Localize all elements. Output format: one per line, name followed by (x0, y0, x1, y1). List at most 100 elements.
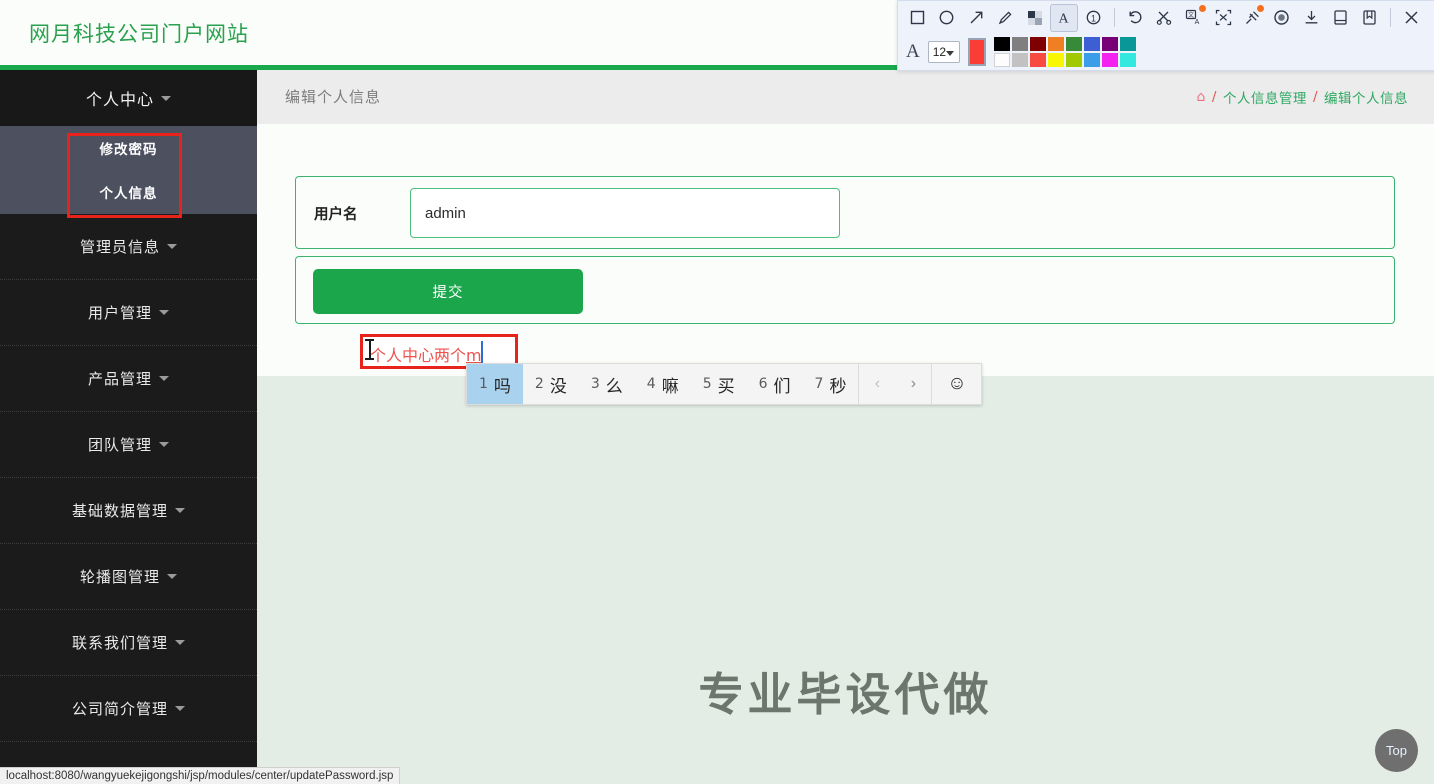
sidebar-item-contact-us-management[interactable]: 联系我们管理 (0, 610, 257, 676)
ime-candidate-5[interactable]: 5 买 (691, 364, 747, 404)
screen-root: 网月科技公司门户网站 个人中心 修改密码 个人信息 管理员信息 (0, 0, 1434, 784)
download-icon[interactable] (1297, 4, 1324, 32)
scissors-icon[interactable] (1151, 4, 1178, 32)
annotation-committed-text: 个人中心两个 (370, 346, 466, 365)
close-icon[interactable] (1398, 4, 1425, 32)
pencil-icon[interactable] (992, 4, 1019, 32)
arrow-icon[interactable] (963, 4, 990, 32)
ime-candidate-number: 3 (591, 376, 600, 392)
ime-candidate-word: 们 (774, 372, 791, 397)
palette-color[interactable] (994, 37, 1010, 51)
palette-color[interactable] (1048, 53, 1064, 67)
palette-color[interactable] (1048, 37, 1064, 51)
ime-candidate-number: 2 (535, 376, 544, 392)
ime-candidate-3[interactable]: 3 么 (579, 364, 635, 404)
sidebar-item-admin-info[interactable]: 管理员信息 (0, 214, 257, 280)
breadcrumb-separator: / (1212, 89, 1217, 105)
ime-candidate-6[interactable]: 6 们 (747, 364, 803, 404)
palette-color[interactable] (1084, 53, 1100, 67)
ime-prev-page-icon[interactable]: ‹ (859, 364, 895, 404)
palette-color[interactable] (1030, 37, 1046, 51)
ime-candidate-number: 7 (815, 376, 824, 392)
rectangle-icon[interactable] (904, 4, 931, 32)
text-icon[interactable]: A (1050, 4, 1077, 32)
submit-button[interactable]: 提交 (313, 269, 583, 314)
palette-color[interactable] (1120, 53, 1136, 67)
username-input[interactable] (410, 188, 840, 238)
font-size-value: 12 (933, 45, 946, 59)
page-header-bar: 编辑个人信息 ⌂ / 个人信息管理 / 编辑个人信息 (257, 70, 1434, 124)
palette-color[interactable] (1066, 53, 1082, 67)
ime-candidate-word: 嘛 (662, 372, 679, 397)
scroll-to-top-button[interactable]: Top (1375, 729, 1418, 772)
toolbar-divider (1114, 8, 1115, 27)
save-icon[interactable] (1327, 4, 1354, 32)
username-form-row: 用户名 (295, 176, 1395, 249)
ime-candidate-number: 5 (703, 376, 712, 392)
site-title: 网月科技公司门户网站 (29, 18, 249, 48)
browser-status-bar: localhost:8080/wangyuekejigongshi/jsp/mo… (0, 767, 400, 784)
sidebar-item-user-management[interactable]: 用户管理 (0, 280, 257, 346)
sidebar-header-personal-center[interactable]: 个人中心 (0, 70, 257, 126)
record-icon[interactable] (1268, 4, 1295, 32)
palette-color[interactable] (994, 53, 1010, 67)
ime-candidate-2[interactable]: 2 没 (523, 364, 579, 404)
chevron-down-icon (161, 96, 171, 101)
text-caret (481, 341, 483, 365)
number-icon[interactable]: 1 (1080, 4, 1107, 32)
palette-color[interactable] (1030, 53, 1046, 67)
page-body-backdrop: 专业毕设代做 Top (257, 376, 1434, 784)
palette-color[interactable] (1012, 37, 1028, 51)
sidebar-header-label: 个人中心 (86, 86, 154, 110)
sidebar-item-label: 用户管理 (88, 302, 152, 323)
mosaic-icon[interactable] (1021, 4, 1048, 32)
chevron-down-icon (946, 51, 954, 56)
translate-icon[interactable]: 文A (1180, 4, 1207, 32)
screenshot-toolbar: A 1 文A (897, 0, 1434, 71)
ime-candidate-word: 没 (550, 372, 567, 397)
sidebar-item-team-management[interactable]: 团队管理 (0, 412, 257, 478)
breadcrumb-item-edit-personal-info[interactable]: 编辑个人信息 (1324, 87, 1408, 107)
palette-color[interactable] (1084, 37, 1100, 51)
sidebar-item-label: 管理员信息 (80, 236, 160, 257)
font-icon: A (906, 41, 920, 63)
ocr-extract-icon[interactable] (1210, 4, 1237, 32)
palette-color[interactable] (1120, 37, 1136, 51)
palette-color[interactable] (1102, 53, 1118, 67)
pin-icon[interactable] (1239, 4, 1266, 32)
ime-candidate-4[interactable]: 4 嘛 (635, 364, 691, 404)
undo-icon[interactable] (1122, 4, 1149, 32)
palette-color[interactable] (1012, 53, 1028, 67)
sidebar-item-company-profile-management[interactable]: 公司简介管理 (0, 676, 257, 742)
ime-emoji-icon[interactable]: ☺ (931, 364, 981, 404)
chevron-down-icon (159, 310, 169, 315)
ime-candidate-word: 买 (718, 372, 735, 397)
chevron-down-icon (175, 508, 185, 513)
home-icon[interactable]: ⌂ (1196, 89, 1205, 105)
breadcrumb-separator: / (1313, 89, 1318, 105)
palette-color[interactable] (1102, 37, 1118, 51)
current-color-swatch[interactable] (968, 38, 987, 66)
palette-color[interactable] (1066, 37, 1082, 51)
sidebar-item-basic-data-management[interactable]: 基础数据管理 (0, 478, 257, 544)
mouse-ibeam-cursor (365, 339, 374, 360)
ime-next-page-icon[interactable]: › (895, 364, 931, 404)
chevron-down-icon (167, 574, 177, 579)
ime-candidate-1[interactable]: 1 吗 (467, 364, 523, 404)
annotation-rectangle-sidebar[interactable] (67, 133, 182, 218)
ellipse-icon[interactable] (933, 4, 960, 32)
chevron-down-icon (175, 706, 185, 711)
chevron-down-icon (159, 376, 169, 381)
ime-candidate-7[interactable]: 7 秒 (803, 364, 859, 404)
confirm-check-icon[interactable] (1427, 4, 1434, 32)
sidebar-item-label: 轮播图管理 (80, 566, 160, 587)
sidebar-item-carousel-management[interactable]: 轮播图管理 (0, 544, 257, 610)
sidebar-item-product-management[interactable]: 产品管理 (0, 346, 257, 412)
font-size-select[interactable]: 12 (928, 41, 960, 63)
username-label: 用户名 (314, 203, 358, 224)
bookmark-icon[interactable] (1356, 4, 1383, 32)
page-title: 编辑个人信息 (285, 86, 381, 107)
breadcrumb-item-personal-info-management[interactable]: 个人信息管理 (1223, 87, 1307, 107)
ime-candidate-number: 4 (647, 376, 656, 392)
submit-form-row: 提交 (295, 256, 1395, 324)
